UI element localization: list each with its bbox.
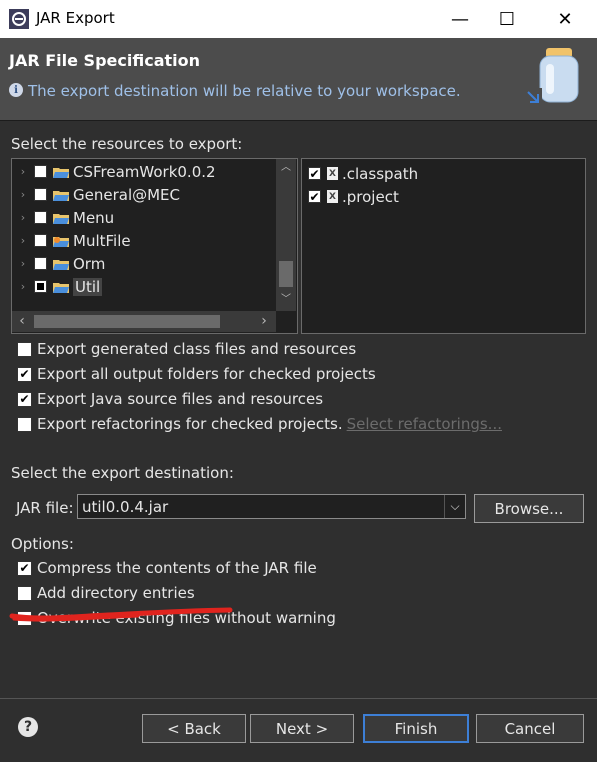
expand-arrow-icon[interactable]: › [12,280,34,293]
file-item-label: .project [342,187,399,206]
file-item-label: .classpath [342,164,419,183]
jar-file-value[interactable]: util0.0.4.jar [82,498,168,516]
file-checkbox[interactable] [308,167,321,180]
footer-divider [0,698,597,699]
tree-hscroll-thumb[interactable] [34,315,220,328]
file-item[interactable]: X .project [308,185,399,208]
tree-item-label: General@MEC [73,185,181,204]
xml-file-icon: X [327,167,338,180]
checkbox[interactable] [17,341,32,357]
project-folder-icon [53,282,69,293]
export-output-folders-option[interactable]: Export all output folders for checked pr… [17,364,376,384]
checkbox[interactable] [17,416,32,432]
tree-item-label: Orm [73,254,106,273]
file-list[interactable]: X .classpath X .project [301,158,586,334]
tree-checkbox[interactable] [34,211,47,224]
tree-checkbox[interactable] [34,165,47,178]
tree-vertical-scrollbar[interactable]: ︿ ﹀ [276,159,296,311]
file-item[interactable]: X .classpath [308,162,418,185]
expand-arrow-icon[interactable]: › [12,234,34,247]
tree-item[interactable]: › Menu [12,206,277,229]
back-button[interactable]: < Back [142,714,246,743]
compress-option[interactable]: Compress the contents of the JAR file [17,558,317,578]
destination-label: Select the export destination: [11,464,234,482]
project-folder-icon [53,236,69,247]
info-icon: i [9,83,23,97]
export-refactorings-option[interactable]: Export refactorings for checked projects… [17,414,502,434]
expand-arrow-icon[interactable]: › [12,257,34,270]
checkbox[interactable] [17,391,32,407]
checkbox[interactable] [17,585,32,601]
export-class-files-option[interactable]: Export generated class files and resourc… [17,339,356,359]
red-annotation-scribble [9,607,233,622]
options-label: Options: [11,535,74,553]
project-tree[interactable]: › CSFreamWork0.0.2 › General@MEC › Menu … [11,158,298,334]
xml-file-icon: X [327,190,338,203]
option-label: Export Java source files and resources [37,390,324,408]
close-button[interactable]: ✕ [542,0,588,38]
scroll-right-icon[interactable]: › [256,311,272,332]
select-refactorings-link[interactable]: Select refactorings... [347,415,502,433]
checkbox[interactable] [17,366,32,382]
option-label: Compress the contents of the JAR file [37,559,317,577]
tree-item[interactable]: › Orm [12,252,277,275]
tree-horizontal-scrollbar[interactable]: ‹ › [12,311,276,332]
cancel-button[interactable]: Cancel [476,714,584,743]
tree-checkbox[interactable] [34,234,47,247]
page-title: JAR File Specification [9,51,200,70]
tree-checkbox[interactable] [34,257,47,270]
project-folder-icon [53,213,69,224]
next-button[interactable]: Next > [250,714,354,743]
finish-button[interactable]: Finish [363,714,469,743]
resources-label: Select the resources to export: [11,135,243,153]
option-label: Export refactorings for checked projects… [37,415,343,433]
expand-arrow-icon[interactable]: › [12,211,34,224]
tree-vscroll-thumb[interactable] [279,261,293,287]
tree-item[interactable]: › General@MEC [12,183,277,206]
jar-file-label: JAR file: [16,499,74,517]
tree-item[interactable]: › MultFile [12,229,277,252]
chevron-down-icon[interactable]: ⌵ [444,495,465,518]
tree-item[interactable]: › CSFreamWork0.0.2 [12,160,277,183]
minimize-button[interactable]: — [437,0,483,38]
tree-item-label: CSFreamWork0.0.2 [73,162,216,181]
export-java-source-option[interactable]: Export Java source files and resources [17,389,323,409]
title-bar: JAR Export — ☐ ✕ [0,0,597,38]
tree-item-label: Menu [73,208,115,227]
window-title: JAR Export [36,9,115,27]
option-label: Export generated class files and resourc… [37,340,357,358]
tree-checkbox[interactable] [34,188,47,201]
project-folder-icon [53,259,69,270]
tree-item-label: MultFile [73,231,131,250]
browse-button[interactable]: Browse... [474,494,584,523]
info-message: The export destination will be relative … [28,82,461,100]
header-divider [0,120,597,121]
scroll-down-icon[interactable]: ﹀ [276,291,296,309]
expand-arrow-icon[interactable]: › [12,165,34,178]
maximize-button[interactable]: ☐ [484,0,530,38]
checkbox[interactable] [17,560,32,576]
help-icon[interactable]: ? [18,717,38,737]
jar-file-combo[interactable]: util0.0.4.jar ⌵ [77,494,466,519]
scroll-left-icon[interactable]: ‹ [14,311,30,332]
expand-arrow-icon[interactable]: › [12,188,34,201]
tree-item-label: Util [73,277,103,296]
project-folder-icon [53,167,69,178]
tree-checkbox-partial[interactable] [34,280,47,293]
file-checkbox[interactable] [308,190,321,203]
jar-banner-icon [524,48,579,106]
wizard-header: JAR File Specification i The export dest… [0,38,597,120]
eclipse-app-icon [9,9,29,29]
tree-item-selected[interactable]: › Util [12,275,277,298]
scroll-up-icon[interactable]: ︿ [276,159,296,177]
project-folder-icon [53,190,69,201]
option-label: Export all output folders for checked pr… [37,365,376,383]
